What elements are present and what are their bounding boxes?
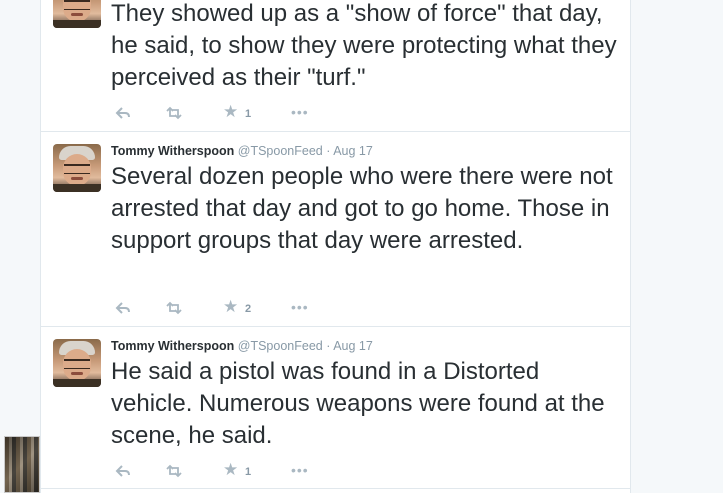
separator: · <box>326 144 331 158</box>
avatar[interactable] <box>53 144 101 192</box>
author-handle[interactable]: @TSpoonFeed <box>238 339 323 353</box>
tweet-timestamp[interactable]: Aug 17 <box>333 144 373 158</box>
tweet-text: He said a pistol was found in a Distorte… <box>111 358 605 449</box>
favorite-count: 1 <box>245 108 252 120</box>
tweet[interactable]: They showed up as a "show of force" that… <box>41 0 630 132</box>
tweet[interactable]: Tommy Witherspoon @TSpoonFeed · Aug 17 S… <box>41 131 630 327</box>
tweet[interactable]: Tommy Witherspoon @TSpoonFeed · Aug 17 H… <box>41 326 630 489</box>
retweet-icon[interactable] <box>165 464 183 478</box>
more-icon[interactable]: ••• <box>291 300 309 314</box>
more-icon[interactable]: ••• <box>291 105 309 119</box>
tweet-timeline: They showed up as a "show of force" that… <box>40 0 631 493</box>
photo-thumbnail[interactable] <box>4 436 40 493</box>
reply-icon[interactable] <box>115 301 131 315</box>
author-name[interactable]: Tommy Witherspoon <box>111 339 234 353</box>
star-icon[interactable]: ★ <box>223 461 238 478</box>
author-handle[interactable]: @TSpoonFeed <box>238 144 323 158</box>
retweet-icon[interactable] <box>165 301 183 315</box>
tweet-text: They showed up as a "show of force" that… <box>111 0 617 91</box>
separator: · <box>326 339 331 353</box>
retweet-icon[interactable] <box>165 106 183 120</box>
favorite-count: 1 <box>245 466 252 478</box>
more-icon[interactable]: ••• <box>291 463 309 477</box>
reply-icon[interactable] <box>115 464 131 478</box>
favorite-count: 2 <box>245 303 252 315</box>
star-icon[interactable]: ★ <box>223 298 238 315</box>
star-icon[interactable]: ★ <box>223 103 238 120</box>
tweet-header: Tommy Witherspoon @TSpoonFeed · Aug 17 <box>111 144 373 159</box>
avatar[interactable] <box>53 339 101 387</box>
tweet-header: Tommy Witherspoon @TSpoonFeed · Aug 17 <box>111 339 373 354</box>
tweet-text: Several dozen people who were there were… <box>111 163 613 254</box>
author-name[interactable]: Tommy Witherspoon <box>111 144 234 158</box>
tweet-timestamp[interactable]: Aug 17 <box>333 339 373 353</box>
reply-icon[interactable] <box>115 106 131 120</box>
avatar[interactable] <box>53 0 101 28</box>
